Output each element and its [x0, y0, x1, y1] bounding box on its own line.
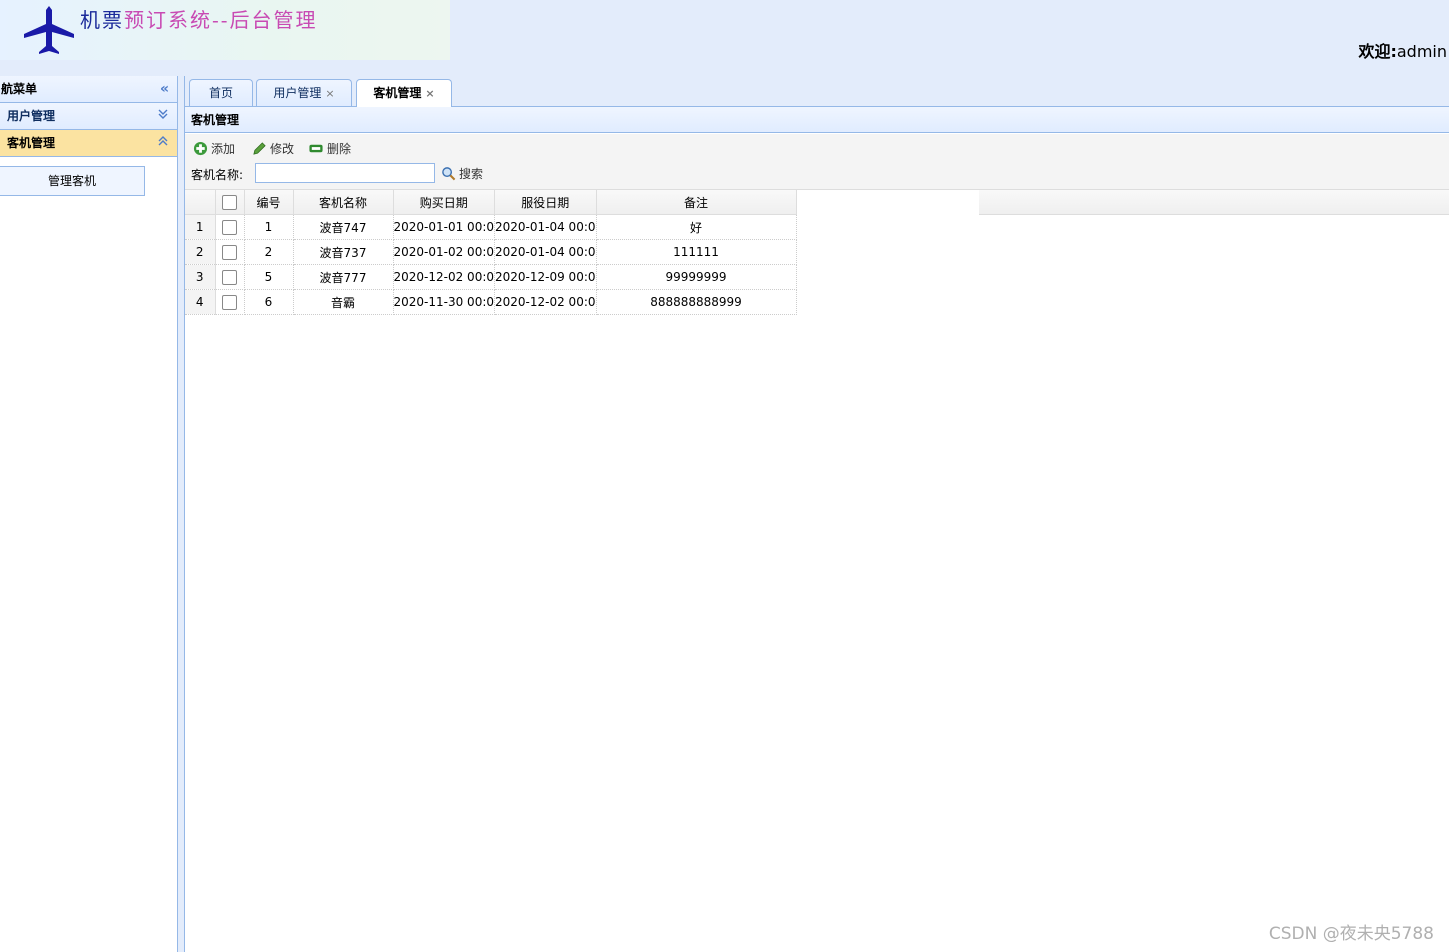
add-icon: [193, 141, 208, 156]
cell-buy-date: 2020-01-01 00:0: [393, 214, 495, 240]
delete-label: 删除: [327, 142, 352, 156]
column-header[interactable]: 备注: [596, 190, 797, 215]
row-checkbox-cell: [215, 264, 245, 290]
cell-name: 音霸: [293, 289, 394, 315]
close-icon[interactable]: ×: [325, 87, 334, 100]
row-number: 3: [185, 264, 216, 290]
tab-home[interactable]: 首页: [189, 79, 253, 106]
airplane-icon: [22, 4, 76, 59]
expand-down-icon[interactable]: [157, 103, 169, 129]
cell-id: 1: [244, 214, 294, 240]
app-title: 机票预订系统--后台管理: [80, 4, 318, 33]
row-checkbox[interactable]: [222, 244, 237, 260]
table-row[interactable]: 3 5 波音777 2020-12-02 00:0 2020-12-09 00:…: [185, 264, 797, 290]
cell-name: 波音737: [293, 239, 394, 265]
nav-section-label: 用户管理: [7, 109, 56, 123]
delete-button[interactable]: 删除: [308, 140, 351, 158]
cell-note: 111111: [596, 239, 797, 265]
table-header-row: 编号 客机名称 购买日期 服役日期 备注: [185, 190, 797, 215]
edit-button[interactable]: 修改: [252, 140, 294, 158]
table-row[interactable]: 2 2 波音737 2020-01-02 00:0 2020-01-04 00:…: [185, 239, 797, 265]
tab-user-management[interactable]: 用户管理 ×: [256, 79, 352, 106]
row-checkbox-cell: [215, 214, 245, 240]
search-button[interactable]: 搜索: [441, 165, 483, 182]
manage-plane-link[interactable]: 管理客机: [0, 166, 145, 196]
close-icon[interactable]: ×: [425, 87, 434, 100]
row-number: 1: [185, 214, 216, 240]
nav-panel-header: 航菜单 «: [0, 76, 177, 103]
row-checkbox[interactable]: [222, 269, 237, 285]
cell-note: 好: [596, 214, 797, 240]
username: admin: [1396, 42, 1447, 61]
header-bar: 机票预订系统--后台管理 欢迎:admin: [0, 0, 1449, 76]
tab-label: 用户管理: [273, 86, 322, 100]
search-icon: [442, 167, 456, 181]
select-all-checkbox[interactable]: [222, 194, 237, 210]
plane-name-input[interactable]: [255, 163, 435, 183]
grid-header-filler: [979, 190, 1449, 215]
column-header[interactable]: 服役日期: [494, 190, 597, 215]
tab-label: 客机管理: [373, 86, 422, 100]
minus-icon: [309, 144, 323, 153]
cell-name: 波音777: [293, 264, 394, 290]
tab-plane-management[interactable]: 客机管理 ×: [356, 79, 452, 107]
welcome-label: 欢迎:: [1358, 42, 1397, 61]
add-label: 添加: [211, 142, 236, 156]
search-button-label: 搜索: [459, 167, 484, 181]
row-checkbox-cell: [215, 289, 245, 315]
welcome-text: 欢迎:admin: [1358, 38, 1447, 62]
cell-buy-date: 2020-12-02 00:0: [393, 264, 495, 290]
tabs-bar: 首页 用户管理 × 客机管理 ×: [185, 76, 1449, 107]
cell-note: 99999999: [596, 264, 797, 290]
row-checkbox-cell: [215, 239, 245, 265]
edit-label: 修改: [270, 142, 295, 156]
logo-banner: 机票预订系统--后台管理: [0, 0, 450, 60]
tab-label: 首页: [208, 86, 233, 100]
nav-section-label: 客机管理: [7, 136, 56, 150]
cell-service-date: 2020-01-04 00:0: [494, 239, 597, 265]
column-header[interactable]: 购买日期: [393, 190, 495, 215]
toolbar: 添加 修改 删除 客机名称: 搜索: [185, 134, 1449, 190]
layout-splitter[interactable]: [178, 76, 185, 952]
cell-service-date: 2020-01-04 00:0: [494, 214, 597, 240]
add-button[interactable]: 添加: [193, 140, 235, 158]
cell-id: 2: [244, 239, 294, 265]
nav-section-plane-management[interactable]: 客机管理: [0, 130, 177, 157]
table-row[interactable]: 1 1 波音747 2020-01-01 00:0 2020-01-04 00:…: [185, 214, 797, 240]
search-label: 客机名称:: [191, 168, 244, 182]
row-number: 4: [185, 289, 216, 315]
row-number: 2: [185, 239, 216, 265]
column-header[interactable]: 客机名称: [293, 190, 394, 215]
cell-buy-date: 2020-01-02 00:0: [393, 239, 495, 265]
panel-title: 客机管理: [185, 107, 1449, 133]
table-row[interactable]: 4 6 音霸 2020-11-30 00:0 2020-12-02 00:0 8…: [185, 289, 797, 315]
nav-panel-title: 航菜单: [1, 82, 38, 96]
plane-table: 编号 客机名称 购买日期 服役日期 备注 1 1 波音747 2020-01-0…: [185, 190, 797, 315]
left-nav-panel: 航菜单 « 用户管理 客机管理 管理客机: [0, 76, 178, 952]
app-title-part2: 预订系统--后台管理: [124, 8, 318, 32]
select-all-checkbox-cell: [215, 190, 245, 215]
row-checkbox[interactable]: [222, 294, 237, 310]
watermark: CSDN @夜未央5788: [1268, 924, 1434, 944]
cell-id: 5: [244, 264, 294, 290]
cell-name: 波音747: [293, 214, 394, 240]
cell-buy-date: 2020-11-30 00:0: [393, 289, 495, 315]
cell-note: 888888888999: [596, 289, 797, 315]
column-header[interactable]: 编号: [244, 190, 294, 215]
app-title-part1: 机票: [80, 8, 124, 32]
row-checkbox[interactable]: [222, 219, 237, 235]
collapse-up-icon[interactable]: [157, 130, 169, 156]
cell-id: 6: [244, 289, 294, 315]
collapse-left-icon[interactable]: «: [160, 76, 169, 102]
cell-service-date: 2020-12-02 00:0: [494, 289, 597, 315]
pencil-icon: [253, 142, 266, 155]
nav-section-user-management[interactable]: 用户管理: [0, 103, 177, 130]
rownum-header: [185, 190, 216, 215]
main-area: 首页 用户管理× 客机管理× 客机管理 添加 修改 删除 客机名称: 搜索: [185, 76, 1449, 952]
cell-service-date: 2020-12-09 00:0: [494, 264, 597, 290]
